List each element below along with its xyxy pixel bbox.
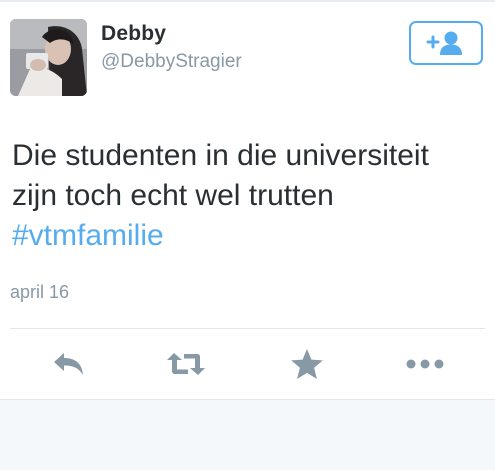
favorite-button[interactable] (287, 346, 327, 382)
more-dots-icon (406, 359, 444, 369)
author-handle[interactable]: @DebbyStragier (101, 51, 242, 73)
tweet-text-line-1: Die studenten in die universiteit (12, 139, 429, 172)
tweet-text-line-2: zijn toch echt wel trutten (12, 179, 334, 212)
author-display-name[interactable]: Debby (101, 22, 166, 46)
bottom-background (0, 399, 495, 470)
reply-icon (54, 353, 83, 375)
avatar[interactable] (10, 19, 87, 96)
add-user-icon (426, 31, 462, 55)
action-divider (10, 328, 485, 329)
top-divider (0, 0, 495, 2)
retweet-icon (167, 353, 205, 375)
more-button[interactable] (405, 346, 445, 382)
reply-button[interactable] (48, 346, 88, 382)
tweet-text: Die studenten in die universiteit zijn t… (12, 136, 482, 256)
favorite-star-icon (291, 349, 323, 379)
action-bar (0, 340, 495, 388)
tweet-timestamp[interactable]: april 16 (10, 282, 69, 303)
tweet-card: Debby @DebbyStragier Die studenten in di… (0, 0, 495, 400)
retweet-button[interactable] (166, 346, 206, 382)
follow-button[interactable] (409, 21, 483, 65)
hashtag-link[interactable]: #vtmfamilie (12, 216, 482, 256)
avatar-photo (10, 19, 87, 96)
